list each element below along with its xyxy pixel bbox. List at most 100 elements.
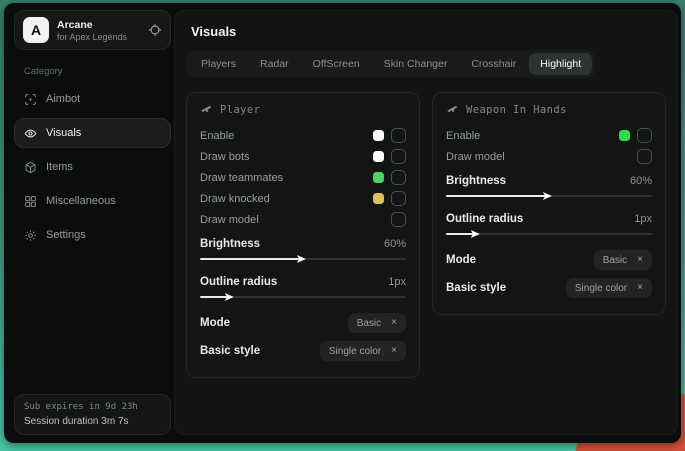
eye-icon	[24, 127, 37, 140]
remove-icon[interactable]: ×	[391, 318, 397, 328]
outline-radius-slider[interactable]	[200, 293, 406, 301]
slider-label: Outline radius	[446, 213, 523, 225]
tab-highlight[interactable]: Highlight	[529, 53, 592, 75]
remove-icon[interactable]: ×	[391, 346, 397, 356]
tabs-wrap: Players Radar OffScreen Skin Changer Cro…	[175, 50, 677, 78]
slider-label: Outline radius	[200, 276, 277, 288]
tab-players[interactable]: Players	[190, 53, 247, 75]
remove-icon[interactable]: ×	[637, 283, 643, 293]
setting-label: Enable	[200, 130, 234, 142]
main-panel: Visuals Players Radar OffScreen Skin Cha…	[174, 10, 678, 435]
setting-label: Draw model	[200, 214, 259, 226]
app-title-block: Arcane for Apex Legends	[57, 19, 127, 42]
sidebar-item-label: Aimbot	[46, 93, 80, 105]
sidebar-item-miscellaneous[interactable]: Miscellaneous	[14, 186, 171, 216]
sidebar-item-label: Settings	[46, 229, 86, 241]
color-swatch[interactable]	[373, 151, 384, 162]
slider-fill	[200, 296, 227, 298]
enable-checkbox[interactable]	[391, 128, 406, 143]
basic-style-row: Basic style Single color ×	[200, 337, 406, 365]
brightness-slider[interactable]	[446, 192, 652, 200]
weapon-gun-icon	[446, 103, 459, 116]
outline-radius-slider[interactable]	[446, 230, 652, 238]
setting-row-draw-bots: Draw bots	[200, 146, 406, 167]
outline-radius-row: Outline radius 1px	[200, 271, 406, 293]
group-title: Weapon In Hands	[466, 104, 567, 116]
setting-label: Draw teammates	[200, 172, 283, 184]
sidebar-item-label: Visuals	[46, 127, 81, 139]
brightness-row: Brightness 60%	[200, 233, 406, 255]
setting-row-enable: Enable	[200, 125, 406, 146]
color-swatch[interactable]	[373, 130, 384, 141]
brightness-row: Brightness 60%	[446, 170, 652, 192]
mode-row: Mode Basic ×	[446, 246, 652, 274]
color-swatch[interactable]	[373, 193, 384, 204]
app-name: Arcane	[57, 19, 127, 31]
enable-checkbox[interactable]	[637, 128, 652, 143]
sidebar-item-label: Items	[46, 161, 73, 173]
remove-icon[interactable]: ×	[637, 255, 643, 265]
page-title: Visuals	[175, 11, 677, 50]
setting-label: Enable	[446, 130, 480, 142]
color-swatch[interactable]	[373, 172, 384, 183]
player-group-header: Player	[200, 103, 406, 116]
tab-radar[interactable]: Radar	[249, 53, 300, 75]
sidebar-item-settings[interactable]: Settings	[14, 220, 171, 250]
player-group: Player Enable Draw bots	[186, 92, 420, 378]
sub-expires-text: Sub expires in 9d 23h	[24, 402, 161, 412]
basic-style-row: Basic style Single color ×	[446, 274, 652, 302]
slider-label: Brightness	[446, 175, 506, 187]
target-icon[interactable]	[148, 23, 162, 37]
app-logo: A	[23, 17, 49, 43]
setting-row-draw-model: Draw model	[446, 146, 652, 167]
draw-knocked-checkbox[interactable]	[391, 191, 406, 206]
mode-chip[interactable]: Basic ×	[348, 313, 406, 333]
chip-row-label: Basic style	[446, 282, 506, 294]
slider-fill	[446, 233, 473, 235]
setting-label: Draw knocked	[200, 193, 270, 205]
tab-offscreen[interactable]: OffScreen	[302, 53, 371, 75]
chip-value: Basic	[357, 318, 381, 329]
slider-value: 1px	[634, 213, 652, 225]
draw-model-checkbox[interactable]	[637, 149, 652, 164]
setting-row-draw-knocked: Draw knocked	[200, 188, 406, 209]
draw-teammates-checkbox[interactable]	[391, 170, 406, 185]
slider-label: Brightness	[200, 238, 260, 250]
chip-row-label: Basic style	[200, 345, 260, 357]
player-gun-icon	[200, 103, 213, 116]
weapon-group-header: Weapon In Hands	[446, 103, 652, 116]
setting-row-draw-model: Draw model	[200, 209, 406, 230]
sidebar-item-items[interactable]: Items	[14, 152, 171, 182]
session-duration-text: Session duration 3m 7s	[24, 416, 161, 427]
slider-value: 60%	[630, 175, 652, 187]
group-title: Player	[220, 104, 260, 116]
sidebar: A Arcane for Apex Legends Category Aimbo	[14, 10, 171, 435]
chip-value: Single color	[329, 346, 381, 357]
grid-icon	[24, 195, 37, 208]
app-window: A Arcane for Apex Legends Category Aimbo	[4, 3, 681, 443]
sidebar-item-visuals[interactable]: Visuals	[14, 118, 171, 148]
tab-skin-changer[interactable]: Skin Changer	[373, 53, 459, 75]
draw-model-checkbox[interactable]	[391, 212, 406, 227]
sidebar-header: A Arcane for Apex Legends	[14, 10, 171, 50]
tab-crosshair[interactable]: Crosshair	[460, 53, 527, 75]
outline-radius-row: Outline radius 1px	[446, 208, 652, 230]
sidebar-item-aimbot[interactable]: Aimbot	[14, 84, 171, 114]
settings-panels: Player Enable Draw bots	[175, 78, 677, 392]
category-label: Category	[24, 66, 161, 77]
brightness-slider[interactable]	[200, 255, 406, 263]
setting-label: Draw model	[446, 151, 505, 163]
cube-icon	[24, 161, 37, 174]
chip-value: Single color	[575, 283, 627, 294]
mode-chip[interactable]: Basic ×	[594, 250, 652, 270]
basic-style-chip[interactable]: Single color ×	[320, 341, 406, 361]
basic-style-chip[interactable]: Single color ×	[566, 278, 652, 298]
slider-fill	[200, 258, 299, 260]
tab-bar: Players Radar OffScreen Skin Changer Cro…	[187, 50, 595, 78]
draw-bots-checkbox[interactable]	[391, 149, 406, 164]
color-swatch[interactable]	[619, 130, 630, 141]
setting-label: Draw bots	[200, 151, 250, 163]
slider-value: 60%	[384, 238, 406, 250]
setting-row-draw-teammates: Draw teammates	[200, 167, 406, 188]
setting-row-enable: Enable	[446, 125, 652, 146]
